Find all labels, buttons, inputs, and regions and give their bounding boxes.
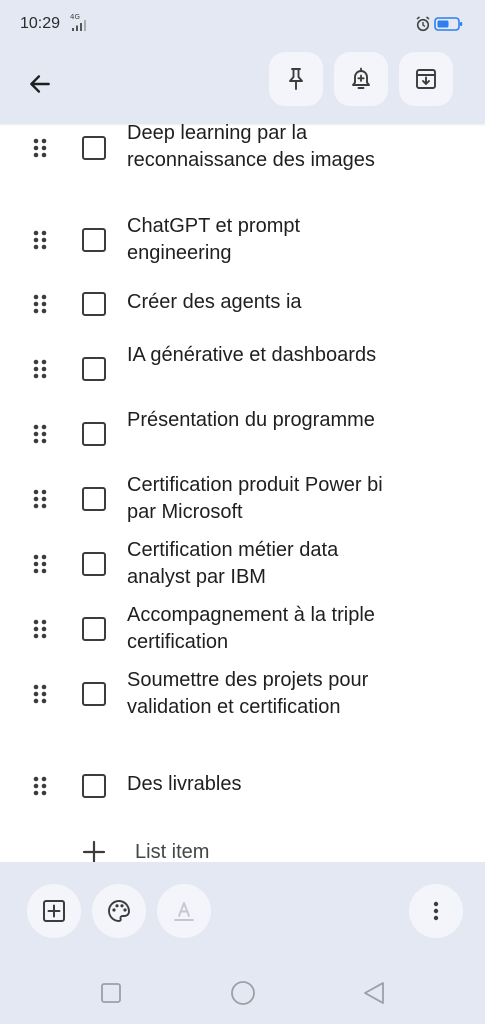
item-text[interactable]: ChatGPT et prompt engineering xyxy=(127,213,399,267)
drag-handle-icon[interactable] xyxy=(31,423,49,445)
reminder-button[interactable] xyxy=(334,52,388,106)
item-checkbox[interactable] xyxy=(82,682,106,706)
drag-handle-icon[interactable] xyxy=(31,683,49,705)
system-back-button[interactable] xyxy=(361,978,387,1008)
item-checkbox[interactable] xyxy=(82,774,106,798)
item-checkbox[interactable] xyxy=(82,552,106,576)
drag-handle-icon[interactable] xyxy=(31,293,49,315)
archive-icon xyxy=(416,69,436,89)
add-alert-icon xyxy=(352,67,370,89)
text-format-icon xyxy=(174,902,194,921)
item-text[interactable]: Créer des agents ia xyxy=(127,289,399,316)
bottom-action-bar xyxy=(0,862,485,962)
item-checkbox[interactable] xyxy=(82,136,106,160)
text-format-button[interactable] xyxy=(157,884,211,938)
drag-handle-icon[interactable] xyxy=(31,137,49,159)
item-text[interactable]: Soumettre des projets pour validation et… xyxy=(127,667,399,721)
drag-handle-icon[interactable] xyxy=(31,618,49,640)
add-content-button[interactable] xyxy=(27,884,81,938)
item-checkbox[interactable] xyxy=(82,228,106,252)
drag-handle-icon[interactable] xyxy=(31,358,49,380)
pin-button[interactable] xyxy=(269,52,323,106)
signal-icon xyxy=(72,20,86,31)
item-text[interactable]: Deep learning par la reconnaissance des … xyxy=(127,124,399,174)
item-checkbox[interactable] xyxy=(82,422,106,446)
back-button[interactable] xyxy=(22,66,58,102)
item-checkbox[interactable] xyxy=(82,292,106,316)
drag-handle-icon[interactable] xyxy=(31,553,49,575)
more-options-button[interactable] xyxy=(409,884,463,938)
archive-button[interactable] xyxy=(399,52,453,106)
plus-icon xyxy=(82,840,106,862)
palette-icon xyxy=(108,900,130,922)
item-text[interactable]: Des livrables xyxy=(127,771,399,798)
battery-icon xyxy=(434,17,463,31)
item-text[interactable]: IA générative et dashboards xyxy=(127,342,399,369)
drag-handle-icon[interactable] xyxy=(31,775,49,797)
item-text[interactable]: Certification produit Power bi par Micro… xyxy=(127,472,399,526)
add-list-item-button[interactable]: List item xyxy=(0,834,485,862)
add-list-item-label: List item xyxy=(135,841,210,862)
drag-handle-icon[interactable] xyxy=(31,229,49,251)
note-toolbar xyxy=(0,48,485,124)
add-box-icon xyxy=(43,900,65,922)
item-text[interactable]: Certification métier data analyst par IB… xyxy=(127,537,399,591)
checklist: Deep learning par la reconnaissance des … xyxy=(0,124,485,862)
more-vert-icon xyxy=(433,901,439,921)
system-navigation-bar xyxy=(0,962,485,1024)
item-checkbox[interactable] xyxy=(82,617,106,641)
status-time: 10:29 xyxy=(20,15,61,32)
home-button[interactable] xyxy=(228,978,258,1008)
item-checkbox[interactable] xyxy=(82,357,106,381)
color-theme-button[interactable] xyxy=(92,884,146,938)
pin-icon xyxy=(289,68,303,90)
item-text[interactable]: Présentation du programme xyxy=(127,407,399,434)
arrow-back-icon xyxy=(30,75,50,93)
status-bar: 10:29 4G xyxy=(0,0,485,48)
alarm-icon xyxy=(416,16,430,32)
item-checkbox[interactable] xyxy=(82,487,106,511)
recents-button[interactable] xyxy=(99,978,123,1008)
drag-handle-icon[interactable] xyxy=(31,488,49,510)
item-text[interactable]: Accompagnement à la triple certification xyxy=(127,602,399,656)
